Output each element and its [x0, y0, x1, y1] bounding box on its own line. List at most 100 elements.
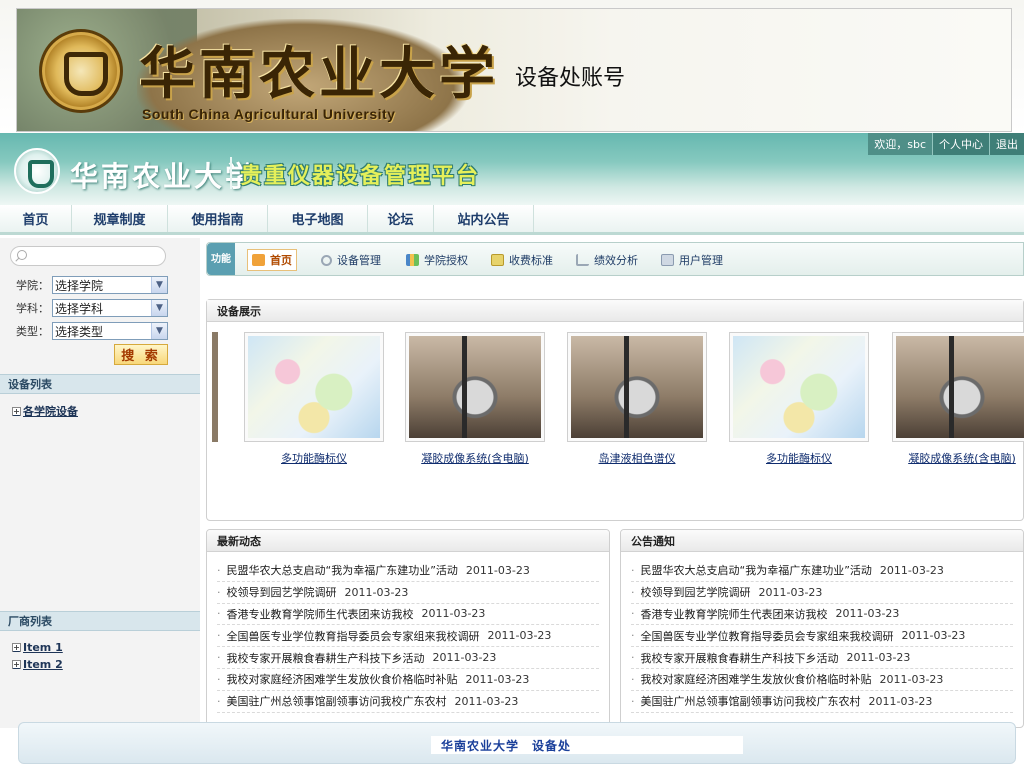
search-input[interactable]	[10, 246, 166, 266]
banner-university-name: 华南农业大学	[139, 41, 499, 107]
chevron-down-icon: ▼	[151, 277, 167, 293]
tab-user-management[interactable]: 用户管理	[657, 249, 727, 271]
notices-title: 公告通知	[621, 530, 1023, 552]
expand-icon[interactable]: +	[12, 660, 21, 669]
function-label: 功能	[207, 243, 235, 275]
user-bar: 欢迎，sbc 个人中心 退出	[868, 133, 1024, 155]
discipline-filter-label: 学科：	[16, 302, 49, 315]
type-select[interactable]: 选择类型 ▼	[52, 322, 168, 340]
device-photo	[409, 336, 541, 438]
tab-home[interactable]: 首页	[247, 249, 297, 271]
nav-e-map[interactable]: 电子地图	[268, 205, 368, 232]
nav-forum[interactable]: 论坛	[368, 205, 434, 232]
device-name-link[interactable]: 凝胶成像系统(含电脑)	[405, 450, 545, 466]
header-divider	[230, 157, 232, 189]
user-greeting: 欢迎，sbc	[868, 133, 932, 155]
university-seal-icon	[39, 29, 123, 113]
device-name-link[interactable]: 凝胶成像系统(含电脑)	[892, 450, 1024, 466]
list-item[interactable]: · 香港专业教育学院师生代表团来访我校 2011-03-23	[631, 604, 1013, 626]
device-card[interactable]: 岛津液相色谱仪	[567, 332, 707, 466]
list-item[interactable]: · 全国兽医专业学位教育指导委员会专家组来我校调研 2011-03-23	[217, 625, 599, 648]
user-center-link[interactable]: 个人中心	[932, 133, 989, 155]
device-card[interactable]: 凝胶成像系统(含电脑)	[892, 332, 1024, 466]
device-photo	[896, 336, 1024, 438]
device-name-link[interactable]: 多功能酶标仪	[244, 450, 384, 466]
tree-item-label: 各学院设备	[23, 405, 78, 418]
tab-label: 收费标准	[509, 254, 553, 267]
latest-news-title: 最新动态	[207, 530, 609, 552]
list-item[interactable]: · 校领导到园艺学院调研 2011-03-23	[217, 582, 599, 604]
discipline-select-value: 选择学科	[55, 301, 104, 316]
device-card[interactable]: 多功能酶标仪	[729, 332, 869, 466]
tab-device-management[interactable]: 设备管理	[317, 249, 385, 271]
tab-college-authorization[interactable]: 学院授权	[402, 249, 472, 271]
list-item[interactable]: · 校领导到园艺学院调研 2011-03-23	[631, 582, 1013, 604]
search-button[interactable]: 搜 索	[114, 344, 168, 365]
function-toolbar: 功能 首页 设备管理 学院授权 收费标准 绩效分析 用户管理	[206, 242, 1024, 276]
search-icon	[17, 250, 27, 260]
notices-panel: 公告通知 · 民盟华农大总支启动“我为幸福广东建功业”活动 2011-03-23 ·…	[620, 529, 1024, 728]
tree-item-vendor-1[interactable]: + Item 1	[12, 641, 63, 654]
tree-item-college-devices[interactable]: + 各学院设备	[12, 403, 78, 419]
device-name-link[interactable]: 多功能酶标仪	[729, 450, 869, 466]
tree-item-vendor-2[interactable]: + Item 2	[12, 658, 63, 671]
platform-header: 华南农业大学 贵重仪器设备管理平台 欢迎，sbc 个人中心 退出	[0, 133, 1024, 205]
logout-link[interactable]: 退出	[989, 133, 1024, 155]
main-nav: 首页 规章制度 使用指南 电子地图 论坛 站内公告	[0, 205, 1024, 235]
tab-label: 设备管理	[337, 254, 381, 267]
tab-label: 首页	[270, 254, 292, 267]
discipline-select[interactable]: 选择学科 ▼	[52, 299, 168, 317]
device-card[interactable]: 凝胶成像系统(含电脑)	[405, 332, 545, 466]
list-item[interactable]: · 美国驻广州总领事馆副领事访问我校广东农村 2011-03-23	[631, 691, 1013, 713]
platform-title: 贵重仪器设备管理平台	[240, 164, 481, 189]
chevron-down-icon: ▼	[151, 300, 167, 316]
tree-item-label: Item 2	[23, 658, 63, 671]
list-item[interactable]: · 我校专家开展粮食春耕生产科技下乡活动 2011-03-23	[631, 647, 1013, 669]
university-banner-image: 华南农业大学 South China Agricultural Universi…	[16, 8, 1012, 132]
list-item[interactable]: · 我校专家开展粮食春耕生产科技下乡活动 2011-03-23	[217, 647, 599, 669]
device-photo	[571, 336, 703, 438]
page-footer: 华南农业大学 设备处	[18, 722, 1016, 764]
list-item[interactable]: · 全国兽医专业学位教育指导委员会专家组来我校调研 2011-03-23	[631, 625, 1013, 648]
expand-icon[interactable]: +	[12, 643, 21, 652]
notices-list: · 民盟华农大总支启动“我为幸福广东建功业”活动 2011-03-23 · 校领导到园…	[621, 552, 1023, 713]
tree-item-label: Item 1	[23, 641, 63, 654]
bar-chart-icon	[406, 254, 419, 266]
device-card[interactable]: 多功能酶标仪	[244, 332, 384, 466]
tab-label: 用户管理	[679, 254, 723, 267]
nav-user-guide[interactable]: 使用指南	[168, 205, 268, 232]
expand-icon[interactable]: +	[12, 406, 21, 416]
home-icon	[252, 254, 265, 266]
device-photo	[248, 336, 380, 438]
college-filter: 学院： 选择学院 ▼	[16, 276, 168, 294]
university-logo-icon	[14, 148, 60, 194]
tab-label: 绩效分析	[594, 254, 638, 267]
type-filter-label: 类型：	[16, 325, 49, 338]
nav-regulations[interactable]: 规章制度	[72, 205, 168, 232]
college-filter-label: 学院：	[16, 279, 49, 292]
header-university-name: 华南农业大学	[70, 160, 257, 193]
list-item[interactable]: · 我校对家庭经济困难学生发放伙食价格临时补贴 2011-03-23	[631, 669, 1013, 691]
list-item[interactable]: · 香港专业教育学院师生代表团来访我校 2011-03-23	[217, 604, 599, 626]
account-title: 设备处账号	[515, 66, 626, 91]
nav-site-announcements[interactable]: 站内公告	[434, 205, 534, 232]
type-select-value: 选择类型	[55, 324, 104, 339]
list-item[interactable]: · 民盟华农大总支启动“我为幸福广东建功业”活动 2011-03-23	[631, 560, 1013, 582]
line-chart-icon	[576, 254, 589, 266]
latest-news-panel: 最新动态 · 民盟华农大总支启动“我为幸福广东建功业”活动 2011-03-23 ·…	[206, 529, 610, 728]
ruler-icon	[491, 254, 504, 266]
chevron-down-icon: ▼	[151, 323, 167, 339]
latest-news-list: · 民盟华农大总支启动“我为幸福广东建功业”活动 2011-03-23 · 校领导到园…	[207, 552, 609, 713]
banner-university-english-name: South China Agricultural University	[142, 106, 396, 122]
top-banner: 华南农业大学 South China Agricultural Universi…	[0, 0, 1024, 133]
list-item[interactable]: · 我校对家庭经济困难学生发放伙食价格临时补贴 2011-03-23	[217, 669, 599, 691]
tab-fee-standard[interactable]: 收费标准	[487, 249, 557, 271]
nav-home[interactable]: 首页	[0, 205, 72, 232]
tab-performance-analysis[interactable]: 绩效分析	[572, 249, 642, 271]
college-select[interactable]: 选择学院 ▼	[52, 276, 168, 294]
list-item[interactable]: · 民盟华农大总支启动“我为幸福广东建功业”活动 2011-03-23	[217, 560, 599, 582]
device-name-link[interactable]: 岛津液相色谱仪	[567, 450, 707, 466]
list-item[interactable]: · 美国驻广州总领事馆副领事访问我校广东农村 2011-03-23	[217, 691, 599, 713]
device-carousel[interactable]: 多功能酶标仪 凝胶成像系统(含电脑) 岛津液相色谱仪 多功能酶标仪 凝胶成像系统…	[212, 332, 1024, 465]
discipline-filter: 学科： 选择学科 ▼	[16, 299, 168, 317]
